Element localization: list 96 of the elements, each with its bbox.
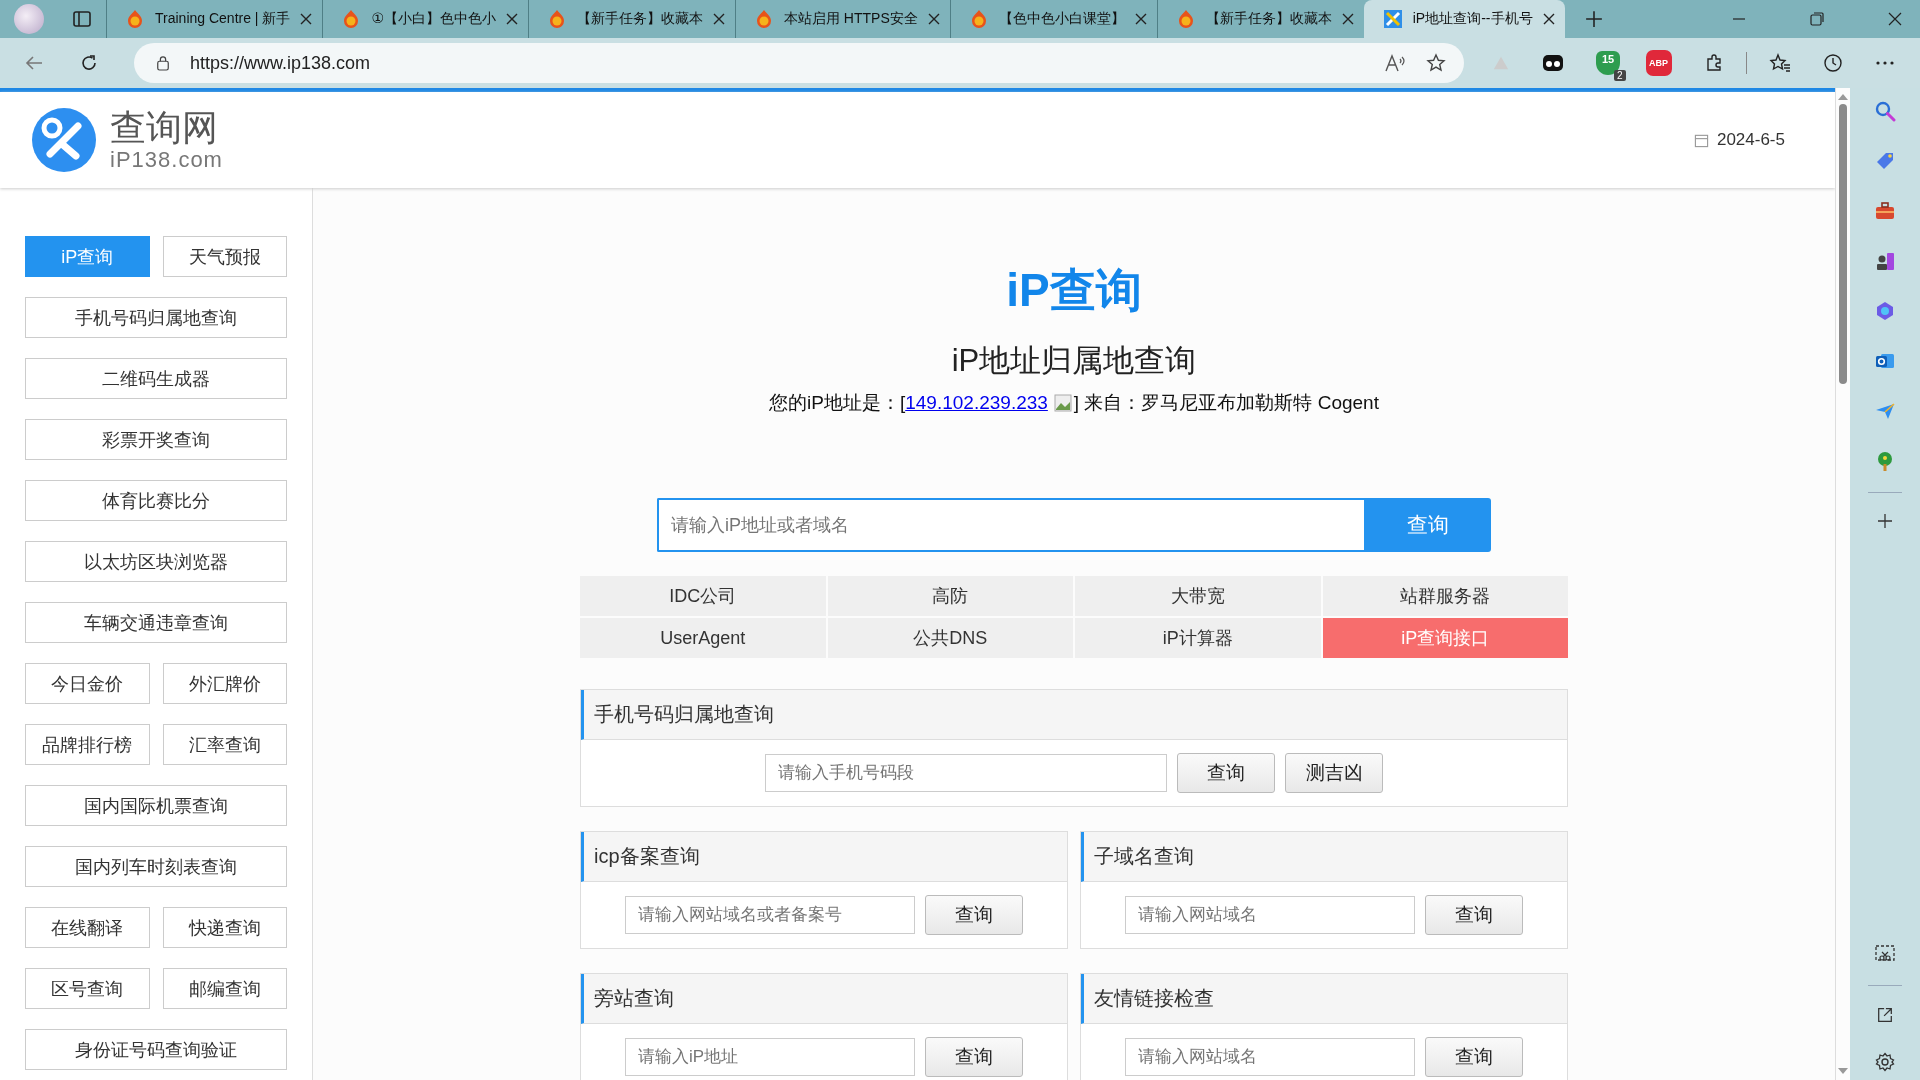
query-field[interactable]: 请输入网站域名或者备案号 <box>625 896 915 934</box>
external-link-icon[interactable] <box>1876 1006 1894 1024</box>
scroll-up-icon[interactable] <box>1838 94 1848 100</box>
site-name: 查询网 <box>110 109 219 146</box>
sidebar-link[interactable]: 在线翻译 <box>25 907 150 948</box>
quick-link[interactable]: IDC公司 <box>580 576 826 616</box>
quick-link[interactable]: iP计算器 <box>1075 618 1321 658</box>
ip-location: ] 来自：罗马尼亚布加勒斯特 Cogent <box>1073 391 1379 415</box>
chess-pieces-icon[interactable] <box>1874 250 1896 272</box>
site-domain: iP138.com <box>110 148 223 171</box>
query-button[interactable]: 查询 <box>1177 753 1275 793</box>
sidebar-link[interactable]: 汇率查询 <box>162 724 287 765</box>
tab-title: 【新手任务】收藏本 <box>1205 10 1332 28</box>
sidebar-link[interactable]: 品牌排行榜 <box>25 724 150 765</box>
url-text: https://www.ip138.com <box>190 52 371 74</box>
settings-icon[interactable] <box>1875 1052 1895 1072</box>
broken-image-icon <box>1053 394 1072 412</box>
ip-search-input[interactable]: 请输入iP地址或者域名 <box>659 500 1364 550</box>
close-icon[interactable] <box>1341 13 1354 25</box>
close-icon[interactable] <box>1542 13 1555 25</box>
adblock-extension[interactable]: ABP <box>1645 50 1672 76</box>
star-icon[interactable] <box>1426 53 1446 73</box>
tools-favicon-icon <box>1382 9 1403 29</box>
query-button[interactable]: 查询 <box>925 895 1023 935</box>
calendar-icon <box>1693 132 1709 148</box>
current-date: 2024-6-5 <box>1716 130 1785 150</box>
tab-title: 本站启用 HTTPS安全 <box>783 10 918 28</box>
scroll-down-icon[interactable] <box>1838 1068 1848 1074</box>
add-icon[interactable] <box>1877 513 1893 529</box>
tab-title: ①【小白】色中色小 <box>371 10 496 28</box>
reload-icon[interactable] <box>79 53 99 73</box>
quick-link[interactable]: 高防 <box>827 576 1073 616</box>
tools-logo-icon[interactable] <box>32 108 96 172</box>
history-icon[interactable] <box>1822 53 1843 73</box>
sidebar-link[interactable]: 区号查询 <box>25 968 150 1009</box>
query-field[interactable]: 请输入手机号码段 <box>765 754 1167 792</box>
close-icon[interactable] <box>712 13 725 25</box>
sidebar-link[interactable]: 手机号码归属地查询 <box>25 297 287 338</box>
ip-address-link[interactable]: 149.102.239.233 <box>905 392 1048 414</box>
ip-label: 您的iP地址是：[ <box>769 391 906 415</box>
tab-title: iP地址查询--手机号 <box>1412 10 1533 28</box>
tab-title: 【色中色小白课堂】 <box>998 10 1125 28</box>
query-field[interactable]: 请输入网站域名 <box>1125 1038 1415 1076</box>
sidebar-link[interactable]: 二维码生成器 <box>25 358 287 399</box>
tab-title: Training Centre | 新手 <box>155 10 291 28</box>
card-title: 旁站查询 <box>594 986 674 1011</box>
sidebar-link[interactable]: 身份证号码查询验证 <box>25 1029 287 1070</box>
quick-link[interactable]: 公共DNS <box>827 618 1073 658</box>
extension-badge: 2 <box>1614 70 1626 81</box>
favorites-icon[interactable] <box>1768 53 1791 73</box>
lock-icon <box>156 55 170 71</box>
query-button[interactable]: 测吉凶 <box>1285 753 1383 793</box>
sidebar-link[interactable]: 今日金价 <box>25 663 150 704</box>
sidebar-link[interactable]: 以太坊区块浏览器 <box>25 541 287 582</box>
query-field[interactable]: 请输入网站域名 <box>1125 896 1415 934</box>
page-title: iP查询 <box>1006 263 1142 318</box>
sidebar-link[interactable]: 邮编查询 <box>162 968 287 1009</box>
search-icon[interactable] <box>1874 100 1896 122</box>
quick-link[interactable]: UserAgent <box>580 618 826 658</box>
sidebar-link[interactable]: 快递查询 <box>162 907 287 948</box>
close-icon[interactable] <box>505 13 518 25</box>
sidebar-link[interactable]: 国内国际机票查询 <box>25 785 287 826</box>
query-button[interactable]: 查询 <box>1425 1037 1523 1077</box>
tab-actions-icon[interactable] <box>72 9 92 29</box>
quick-link[interactable]: 站群服务器 <box>1322 576 1568 616</box>
card-title: 子域名查询 <box>1094 844 1194 869</box>
page-subtitle: iP地址归属地查询 <box>951 342 1197 380</box>
browser-tab[interactable]: iP地址查询--手机号 <box>1363 0 1565 38</box>
restore-icon[interactable] <box>1810 12 1824 26</box>
close-icon[interactable] <box>1134 13 1147 25</box>
query-button[interactable]: 查询 <box>925 1037 1023 1077</box>
quick-link[interactable]: 大带宽 <box>1075 576 1321 616</box>
sidebar-link[interactable]: 车辆交通违章查询 <box>25 602 287 643</box>
sidebar-link[interactable]: 国内列车时刻表查询 <box>25 846 287 887</box>
sidebar-link[interactable]: 体育比赛比分 <box>25 480 287 521</box>
read-aloud-icon[interactable] <box>1384 53 1406 73</box>
sidebar-link[interactable]: 彩票开奖查询 <box>25 419 287 460</box>
query-button[interactable]: 查询 <box>1425 895 1523 935</box>
query-field[interactable]: 请输入iP地址 <box>625 1038 915 1076</box>
card-title: 手机号码归属地查询 <box>594 702 774 727</box>
close-icon[interactable] <box>1888 12 1902 26</box>
mask-icon[interactable] <box>1542 53 1564 73</box>
close-icon[interactable] <box>300 13 313 25</box>
new-tab-icon[interactable] <box>1584 10 1603 28</box>
toolbox-icon[interactable] <box>1874 200 1896 222</box>
tab-title: 【新手任务】收藏本 <box>576 10 703 28</box>
card-title: icp备案查询 <box>594 844 700 869</box>
scrollbar[interactable] <box>1835 88 1850 1080</box>
more-icon[interactable] <box>1874 60 1895 66</box>
sidebar-link[interactable]: 外汇牌价 <box>162 663 287 704</box>
sidebar-link[interactable]: 天气预报 <box>162 236 287 277</box>
flame-favicon-icon <box>125 9 145 29</box>
card-title: 友情链接检查 <box>1094 986 1214 1011</box>
scrollbar-thumb[interactable] <box>1839 104 1847 384</box>
close-icon[interactable] <box>927 13 940 25</box>
address-bar[interactable]: https://www.ip138.com <box>134 43 1464 83</box>
